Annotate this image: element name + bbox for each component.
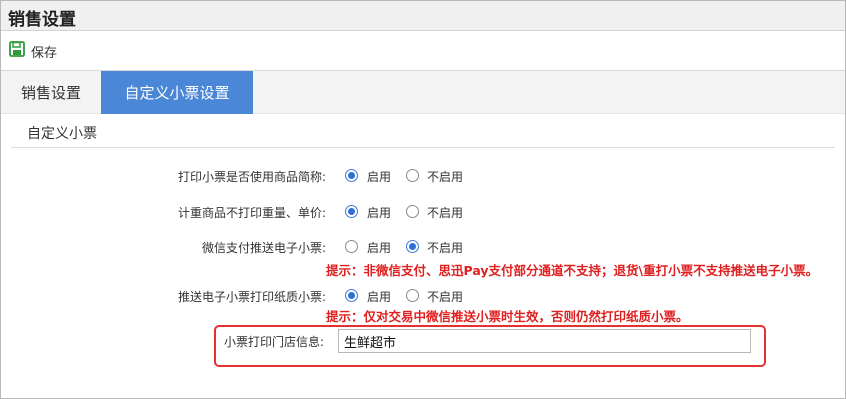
setting-label-use-short-name: 打印小票是否使用商品简称:	[177, 170, 326, 184]
tab-bar: 销售设置 自定义小票设置	[1, 71, 845, 114]
radio-print-paper-disable[interactable]	[406, 289, 419, 302]
save-button[interactable]: 保存	[9, 41, 57, 61]
option-label: 启用	[367, 241, 392, 255]
setting-label-print-paper: 推送电子小票打印纸质小票:	[177, 290, 326, 304]
window-title: 销售设置	[8, 10, 76, 30]
radio-wechat-push-disable[interactable]	[406, 240, 419, 253]
tab-custom-receipt-settings[interactable]: 自定义小票设置	[101, 71, 253, 114]
save-icon	[9, 41, 25, 61]
hint-wechat-push: 提示：非微信支付、思迅Pay支付部分通道不支持；退货\重打小票不支持推送电子小票…	[326, 263, 819, 278]
section-title: 自定义小票	[27, 126, 97, 142]
option-label: 不启用	[427, 206, 464, 220]
option-label: 启用	[367, 206, 392, 220]
radio-short-name-disable[interactable]	[406, 169, 419, 182]
store-info-input[interactable]	[338, 329, 751, 353]
tab-sales-settings[interactable]: 销售设置	[1, 71, 101, 114]
hint-print-paper: 提示：仅对交易中微信推送小票时生效，否则仍然打印纸质小票。	[326, 309, 689, 324]
option-label: 不启用	[427, 290, 464, 304]
section-header: 自定义小票	[11, 114, 835, 148]
radio-wechat-push-enable[interactable]	[345, 240, 358, 253]
radio-print-paper-enable[interactable]	[345, 289, 358, 302]
option-label: 启用	[367, 170, 392, 184]
option-label: 启用	[367, 290, 392, 304]
setting-label-weight-price: 计重商品不打印重量、单价:	[177, 206, 326, 220]
radio-weight-price-enable[interactable]	[345, 205, 358, 218]
title-bar: 销售设置	[1, 1, 845, 31]
setting-label-wechat-push: 微信支付推送电子小票:	[201, 241, 326, 255]
radio-short-name-enable[interactable]	[345, 169, 358, 182]
toolbar: 保存	[1, 31, 845, 71]
save-label: 保存	[31, 45, 58, 61]
option-label: 不启用	[427, 241, 464, 255]
store-info-label: 小票打印门店信息:	[224, 335, 325, 349]
option-label: 不启用	[427, 170, 464, 184]
radio-weight-price-disable[interactable]	[406, 205, 419, 218]
